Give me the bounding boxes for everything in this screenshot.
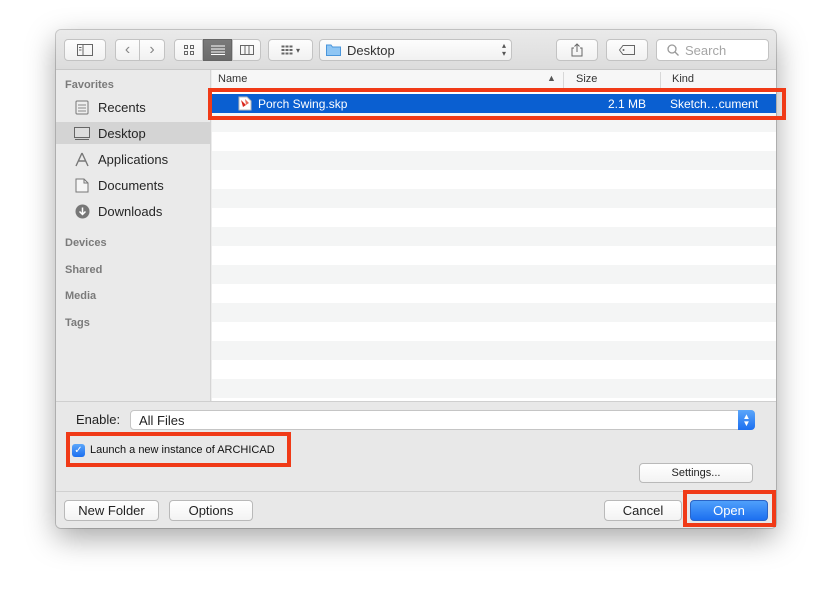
downloads-icon	[73, 203, 91, 219]
column-header-kind[interactable]: Kind	[672, 73, 694, 85]
tag-button[interactable]	[606, 39, 648, 61]
empty-row	[212, 151, 776, 170]
new-folder-button[interactable]: New Folder	[64, 500, 159, 521]
tag-icon	[619, 45, 635, 55]
shared-heading[interactable]: Shared	[65, 264, 102, 276]
folder-icon	[326, 44, 341, 56]
group-by-button[interactable]: ▾	[268, 39, 313, 61]
empty-row	[212, 341, 776, 360]
search-icon	[667, 44, 679, 56]
empty-row	[212, 227, 776, 246]
share-button[interactable]	[556, 39, 598, 61]
empty-row	[212, 303, 776, 322]
list-view-button[interactable]	[203, 39, 232, 61]
back-button[interactable]: ‹	[115, 39, 140, 61]
chevron-left-icon: ‹	[124, 41, 131, 58]
sidebar-item-label: Applications	[98, 151, 169, 167]
column-divider[interactable]	[563, 72, 564, 88]
sort-chevron-up-icon: ▲	[547, 73, 556, 83]
favorites-heading: Favorites	[65, 79, 114, 91]
sidebar-item-recents[interactable]: Recents	[56, 96, 211, 118]
updown-icon: ▲ ▼	[738, 410, 755, 430]
location-label: Desktop	[347, 42, 395, 58]
sidebar-item-label: Desktop	[98, 125, 146, 141]
updown-icon: ▴ ▾	[501, 41, 506, 58]
sidebar-item-downloads[interactable]: Downloads	[56, 200, 211, 222]
icon-view-button[interactable]	[174, 39, 203, 61]
enable-popup[interactable]: All Files ▲ ▼	[130, 410, 755, 430]
applications-icon	[73, 151, 91, 167]
location-popup[interactable]: Desktop ▴ ▾	[319, 39, 512, 61]
enable-label: Enable:	[76, 412, 121, 427]
desktop-icon	[73, 125, 91, 141]
cancel-button[interactable]: Cancel	[604, 500, 682, 521]
empty-row	[212, 379, 776, 398]
footer: New Folder Options Cancel Open	[56, 491, 776, 528]
sidebar-item-applications[interactable]: Applications	[56, 148, 211, 170]
media-heading[interactable]: Media	[65, 290, 96, 302]
column-view-button[interactable]	[232, 39, 261, 61]
devices-heading[interactable]: Devices	[65, 237, 107, 249]
column-divider[interactable]	[660, 72, 661, 88]
settings-button[interactable]: Settings...	[639, 463, 753, 483]
column-header-size[interactable]: Size	[576, 73, 597, 85]
list-header: Name ▲ Size Kind	[212, 70, 776, 90]
list-view-icon	[210, 45, 225, 55]
enable-value: All Files	[139, 412, 185, 428]
empty-row	[212, 189, 776, 208]
forward-button[interactable]: ›	[140, 39, 165, 61]
search-placeholder: Search	[685, 42, 727, 58]
search-field[interactable]: Search	[656, 39, 769, 61]
sidebar-item-label: Documents	[98, 177, 164, 193]
sidebar: Favorites Recents Desktop Applications D…	[56, 70, 211, 401]
sidebar-item-label: Recents	[98, 99, 146, 115]
highlight-file-row	[208, 88, 786, 120]
column-view-icon	[239, 45, 254, 55]
sidebar-icon	[77, 44, 93, 56]
options-button[interactable]: Options	[169, 500, 253, 521]
empty-row	[212, 265, 776, 284]
chevron-down-icon: ▾	[295, 45, 300, 55]
grid-view-icon	[183, 45, 194, 55]
highlight-checkbox	[66, 432, 291, 467]
column-header-name[interactable]: Name	[218, 73, 247, 85]
sidebar-item-desktop[interactable]: Desktop	[56, 122, 211, 144]
recents-icon	[73, 99, 91, 115]
sidebar-item-documents[interactable]: Documents	[56, 174, 211, 196]
tags-heading[interactable]: Tags	[65, 317, 90, 329]
toolbar: ‹ › ▾ Desktop ▴ ▾ Search	[56, 30, 776, 70]
documents-icon	[73, 177, 91, 193]
sidebar-item-label: Downloads	[98, 203, 163, 219]
sidebar-toggle-button[interactable]	[64, 39, 106, 61]
highlight-open-button	[683, 490, 776, 527]
group-grid-icon	[281, 45, 293, 55]
share-icon	[571, 43, 583, 57]
chevron-right-icon: ›	[149, 41, 155, 58]
